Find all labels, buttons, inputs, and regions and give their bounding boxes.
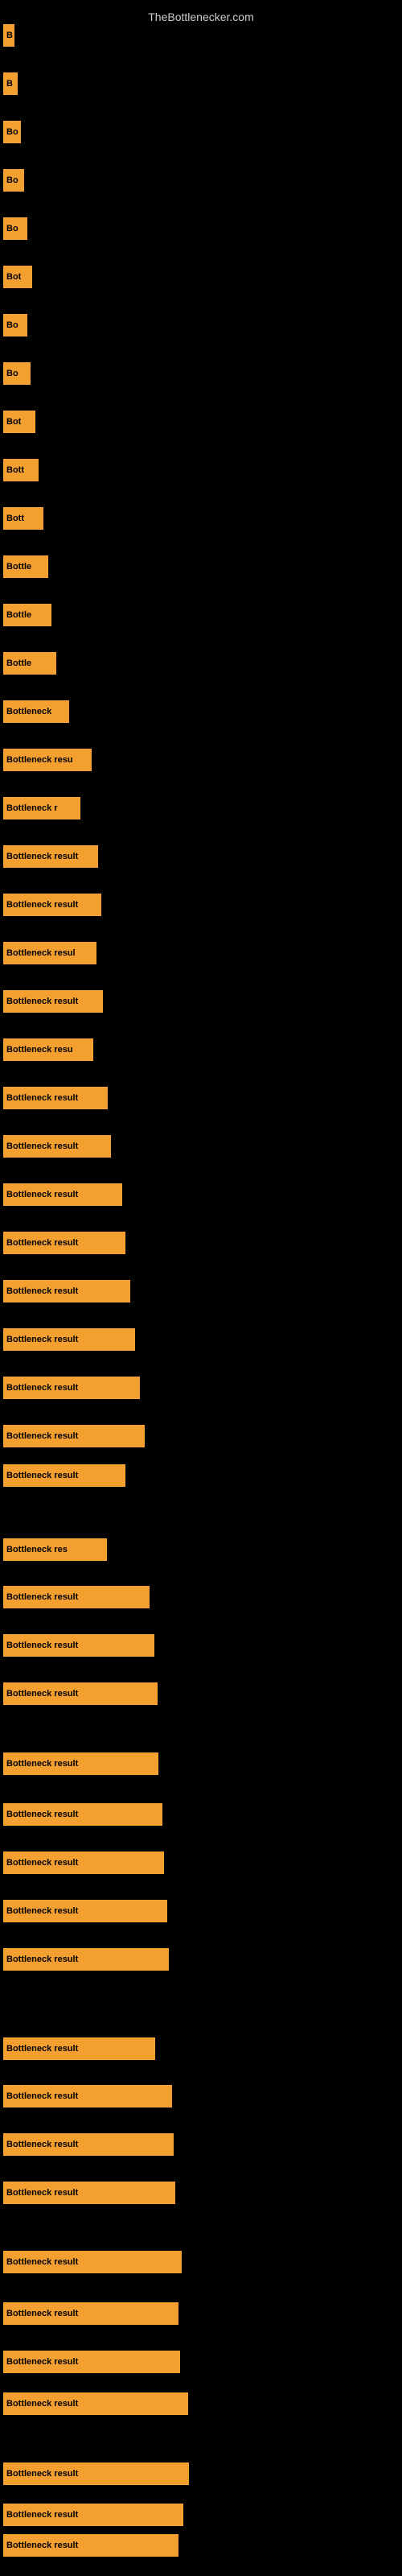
bar-item-1: B [3, 72, 18, 95]
bar-item-42: Bottleneck result [3, 2133, 174, 2156]
bar-item-37: Bottleneck result [3, 1852, 164, 1874]
bar-item-30: Bottleneck result [3, 1464, 125, 1487]
bar-item-33: Bottleneck result [3, 1634, 154, 1657]
bar-item-18: Bottleneck result [3, 894, 101, 916]
bar-item-23: Bottleneck result [3, 1135, 111, 1158]
bar-item-15: Bottleneck resu [3, 749, 92, 771]
bar-item-44: Bottleneck result [3, 2251, 182, 2273]
bar-item-12: Bottle [3, 604, 51, 626]
bar-item-47: Bottleneck result [3, 2392, 188, 2415]
bar-item-9: Bott [3, 459, 39, 481]
bar-item-31: Bottleneck res [3, 1538, 107, 1561]
bar-item-2: Bo [3, 121, 21, 143]
bar-item-13: Bottle [3, 652, 56, 675]
bar-item-22: Bottleneck result [3, 1087, 108, 1109]
bar-item-19: Bottleneck resul [3, 942, 96, 964]
bar-item-6: Bo [3, 314, 27, 336]
bar-item-38: Bottleneck result [3, 1900, 167, 1922]
bar-item-41: Bottleneck result [3, 2085, 172, 2107]
bar-item-40: Bottleneck result [3, 2037, 155, 2060]
bar-item-4: Bo [3, 217, 27, 240]
bar-item-36: Bottleneck result [3, 1803, 162, 1826]
bar-item-14: Bottleneck [3, 700, 69, 723]
bar-item-0: B [3, 24, 14, 47]
bar-item-10: Bott [3, 507, 43, 530]
bar-item-25: Bottleneck result [3, 1232, 125, 1254]
bar-item-3: Bo [3, 169, 24, 192]
bar-item-39: Bottleneck result [3, 1948, 169, 1971]
bar-item-48: Bottleneck result [3, 2462, 189, 2485]
bar-item-29: Bottleneck result [3, 1425, 145, 1447]
bar-item-21: Bottleneck resu [3, 1038, 93, 1061]
bar-item-26: Bottleneck result [3, 1280, 130, 1302]
bar-item-28: Bottleneck result [3, 1377, 140, 1399]
site-title: TheBottlenecker.com [0, 4, 402, 30]
bar-item-11: Bottle [3, 555, 48, 578]
bar-item-7: Bo [3, 362, 31, 385]
bar-item-8: Bot [3, 411, 35, 433]
bar-item-34: Bottleneck result [3, 1682, 158, 1705]
bar-item-46: Bottleneck result [3, 2351, 180, 2373]
bar-item-45: Bottleneck result [3, 2302, 178, 2325]
bar-item-49: Bottleneck result [3, 2504, 183, 2526]
bar-item-43: Bottleneck result [3, 2182, 175, 2204]
bar-item-24: Bottleneck result [3, 1183, 122, 1206]
bar-item-20: Bottleneck result [3, 990, 103, 1013]
bar-item-50: Bottleneck result [3, 2534, 178, 2557]
bar-item-32: Bottleneck result [3, 1586, 150, 1608]
bar-item-35: Bottleneck result [3, 1752, 158, 1775]
bar-item-27: Bottleneck result [3, 1328, 135, 1351]
bar-item-16: Bottleneck r [3, 797, 80, 819]
bar-item-5: Bot [3, 266, 32, 288]
bar-item-17: Bottleneck result [3, 845, 98, 868]
